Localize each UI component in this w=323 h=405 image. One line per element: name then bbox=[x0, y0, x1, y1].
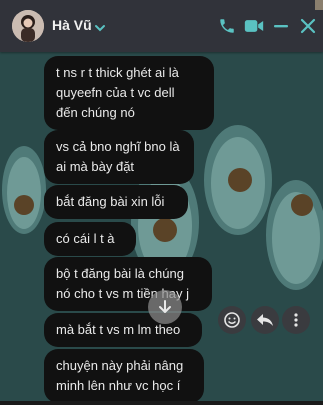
minimize-icon[interactable] bbox=[270, 15, 292, 37]
background-window-strip bbox=[315, 0, 323, 10]
message-list[interactable]: t ns r t thick ghét ai là quyeefn của t … bbox=[0, 42, 323, 405]
message-bubble[interactable]: t ns r t thick ghét ai là quyeefn của t … bbox=[44, 56, 214, 130]
phone-icon[interactable] bbox=[216, 15, 238, 37]
chat-header: Hà Vũ bbox=[0, 0, 323, 52]
close-icon[interactable] bbox=[297, 15, 319, 37]
more-button[interactable] bbox=[282, 306, 310, 334]
reply-button[interactable] bbox=[251, 306, 279, 334]
contact-name[interactable]: Hà Vũ bbox=[52, 17, 92, 33]
message-bubble[interactable]: có cái l t à bbox=[44, 222, 136, 256]
avatar[interactable] bbox=[12, 10, 44, 42]
window-bottom-edge bbox=[0, 401, 323, 405]
emoji-icon bbox=[224, 312, 240, 328]
avatar-image bbox=[12, 10, 44, 42]
message-bubble[interactable]: chuyện này phải nâng minh lên như vc học… bbox=[44, 349, 204, 403]
message-bubble[interactable]: bắt đăng bài xin lỗi bbox=[44, 185, 188, 219]
message-bubble[interactable]: vs cả bno nghĩ bno là ai mà bày đặt bbox=[44, 130, 194, 184]
scroll-down-button[interactable] bbox=[148, 290, 182, 324]
reply-icon bbox=[257, 314, 273, 326]
arrow-down-icon bbox=[159, 300, 171, 313]
message-bubble[interactable]: bộ t đăng bài là chúng nó cho t vs m tiề… bbox=[44, 257, 212, 311]
more-icon bbox=[294, 313, 298, 327]
video-icon[interactable] bbox=[243, 15, 265, 37]
chevron-down-icon[interactable] bbox=[94, 20, 106, 38]
message-bubble[interactable]: mà bắt t vs m lm theo bbox=[44, 313, 202, 347]
chat-window: Hà Vũ t ns r t thick ghét ai là quyeefn … bbox=[0, 0, 323, 405]
emoji-button[interactable] bbox=[218, 306, 246, 334]
